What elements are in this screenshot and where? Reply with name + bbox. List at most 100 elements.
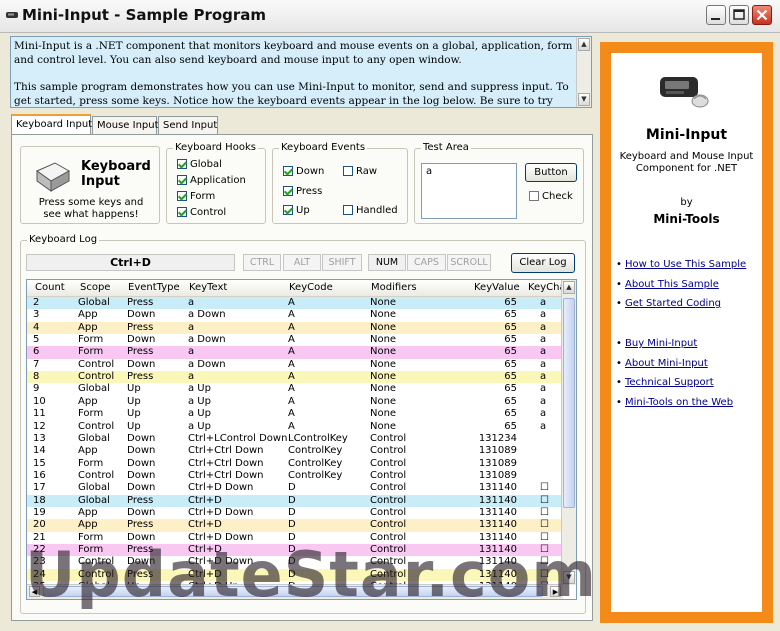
test-area-textbox[interactable]: a xyxy=(421,163,517,219)
table-cell: Control xyxy=(370,519,407,531)
table-row[interactable]: 11 Form Up a Up A None 65 a xyxy=(27,408,563,420)
col-eventtype-header[interactable]: EventType xyxy=(128,282,180,293)
col-keyvalue-header[interactable]: KeyValue xyxy=(474,282,520,293)
table-row[interactable]: 20 App Press Ctrl+D D Control 131140 ☐ xyxy=(27,519,563,532)
hook-control-checkbox[interactable]: Control xyxy=(177,207,226,218)
table-cell: Up xyxy=(127,383,141,395)
tab-mouse-input[interactable]: Mouse Input xyxy=(92,116,159,134)
table-row[interactable]: 15 Form Down Ctrl+Ctrl Down ControlKey Contro… xyxy=(27,458,563,470)
keyboard-hooks-group: Keyboard Hooks Global Application Form C… xyxy=(166,142,266,224)
col-modifiers-header[interactable]: Modifiers xyxy=(371,282,417,293)
table-cell: Control xyxy=(370,506,407,518)
table-cell: App xyxy=(78,309,98,321)
table-cell: LControlKey xyxy=(288,432,348,444)
table-cell: 65 xyxy=(504,383,517,395)
event-handled-checkbox[interactable]: Handled xyxy=(343,205,398,216)
hook-application-checkbox[interactable]: Application xyxy=(177,175,246,186)
table-row[interactable]: 10 App Up a Up A None 65 a xyxy=(27,396,563,408)
table-cell: App xyxy=(78,395,98,407)
table-row[interactable]: 19 App Down Ctrl+D Down D Control 131140 ☐ xyxy=(27,507,563,519)
table-cell: 65 xyxy=(504,297,517,308)
scroll-up-icon[interactable]: ▲ xyxy=(578,38,590,51)
keyboard-hooks-legend: Keyboard Hooks xyxy=(173,142,258,153)
table-cell: Ctrl+Ctrl Down xyxy=(188,469,264,481)
tab-send-input[interactable]: Send Input xyxy=(158,116,218,134)
description-box[interactable]: Mini-Input is a .NET component that moni… xyxy=(10,36,592,108)
hook-global-checkbox[interactable]: Global xyxy=(177,159,222,170)
event-raw-checkbox[interactable]: Raw xyxy=(343,166,377,177)
table-cell: None xyxy=(370,358,397,370)
table-cell: ControlKey xyxy=(288,457,343,469)
table-cell: A xyxy=(288,297,295,308)
link-mini-tools-web[interactable]: Mini-Tools on the Web xyxy=(616,397,733,408)
table-row[interactable]: 9 Global Up a Up A None 65 a xyxy=(27,383,563,395)
col-scope-header[interactable]: Scope xyxy=(80,282,110,293)
table-row[interactable]: 14 App Down Ctrl+Ctrl Down ControlKey Control… xyxy=(27,445,563,457)
table-cell: Global xyxy=(78,432,110,444)
table-row[interactable]: 16 Control Down Ctrl+Ctrl Down ControlKey Con… xyxy=(27,470,563,482)
link-about-mini-input[interactable]: About Mini-Input xyxy=(616,358,708,369)
table-cell: a Up xyxy=(188,408,211,420)
description-scrollbar[interactable]: ▲ ▼ xyxy=(576,37,591,107)
table-cell: None xyxy=(370,346,397,358)
table-cell: Ctrl+LControl Down xyxy=(188,432,288,444)
scroll-down-icon[interactable]: ▼ xyxy=(578,93,590,106)
watermark-text: UpdateStar.com xyxy=(25,538,597,611)
event-up-checkbox[interactable]: Up xyxy=(283,205,310,216)
window-title: Mini-Input - Sample Program xyxy=(22,6,267,24)
hook-form-label: Form xyxy=(190,191,216,202)
table-cell: 65 xyxy=(504,334,517,346)
table-cell: None xyxy=(370,395,397,407)
caps-indicator: CAPS xyxy=(407,254,446,271)
link-how-to-use[interactable]: How to Use This Sample xyxy=(616,259,746,270)
table-cell: a xyxy=(540,334,547,346)
col-count-header[interactable]: Count xyxy=(35,282,65,293)
table-row[interactable]: 17 Global Down Ctrl+D Down D Control 131140 ☐ xyxy=(27,482,563,494)
table-row[interactable]: 12 Control Up a Up A None 65 a xyxy=(27,421,563,433)
hook-form-checkbox[interactable]: Form xyxy=(177,191,215,202)
col-keychar-header[interactable]: KeyCha xyxy=(528,282,566,293)
table-row[interactable]: 8 Control Press a A None 65 a xyxy=(27,371,563,384)
table-cell: Control xyxy=(78,420,115,432)
close-button[interactable] xyxy=(752,5,772,25)
link-get-started[interactable]: Get Started Coding xyxy=(616,298,721,309)
clear-log-button[interactable]: Clear Log xyxy=(511,253,575,273)
table-cell: a Up xyxy=(188,395,211,407)
table-cell: a xyxy=(540,420,547,432)
event-press-checkbox[interactable]: Press xyxy=(283,186,322,197)
table-cell: Control xyxy=(78,358,115,370)
col-keycode-header[interactable]: KeyCode xyxy=(289,282,333,293)
link-about-sample[interactable]: About This Sample xyxy=(616,279,719,290)
table-cell: Global xyxy=(78,494,110,506)
table-cell: App xyxy=(78,445,98,457)
table-cell: 20 xyxy=(33,519,46,531)
table-row[interactable]: 3 App Down a Down A None 65 a xyxy=(27,309,563,321)
table-row[interactable]: 6 Form Press a A None 65 a xyxy=(27,346,563,359)
table-row[interactable]: 2 Global Press a A None 65 a xyxy=(27,297,563,310)
test-check-checkbox[interactable]: Check xyxy=(529,191,573,202)
table-row[interactable]: 18 Global Press Ctrl+D D Control 131140 ☐ xyxy=(27,494,563,507)
table-row[interactable]: 7 Control Down a Down A None 65 a xyxy=(27,359,563,371)
minimize-button[interactable] xyxy=(706,5,726,25)
link-buy[interactable]: Buy Mini-Input xyxy=(616,338,697,349)
table-cell: Global xyxy=(78,383,110,395)
grid-scroll-up-icon[interactable]: ▲ xyxy=(563,281,575,294)
maximize-button[interactable] xyxy=(729,5,749,25)
title-bar[interactable]: Mini-Input - Sample Program xyxy=(0,0,780,33)
table-row[interactable]: 5 Form Down a Down A None 65 a xyxy=(27,334,563,346)
tab-keyboard-input[interactable]: Keyboard Input xyxy=(11,114,92,135)
grid-scroll-thumb[interactable] xyxy=(563,298,575,508)
col-keytext-header[interactable]: KeyText xyxy=(189,282,227,293)
table-row[interactable]: 13 Global Down Ctrl+LControl Down LControlKe… xyxy=(27,433,563,445)
table-cell: Control xyxy=(78,371,115,383)
test-button[interactable]: Button xyxy=(525,163,577,182)
maximize-icon xyxy=(733,9,745,20)
description-paragraph-1: Mini-Input is a .NET component that moni… xyxy=(14,40,573,66)
keyboard-log-legend: Keyboard Log xyxy=(27,234,100,245)
table-cell: 16 xyxy=(33,469,46,481)
table-cell: None xyxy=(370,420,397,432)
table-row[interactable]: 4 App Press a A None 65 a xyxy=(27,321,563,335)
event-down-checkbox[interactable]: Down xyxy=(283,166,324,177)
table-cell: None xyxy=(370,334,397,346)
link-technical-support[interactable]: Technical Support xyxy=(616,377,714,388)
